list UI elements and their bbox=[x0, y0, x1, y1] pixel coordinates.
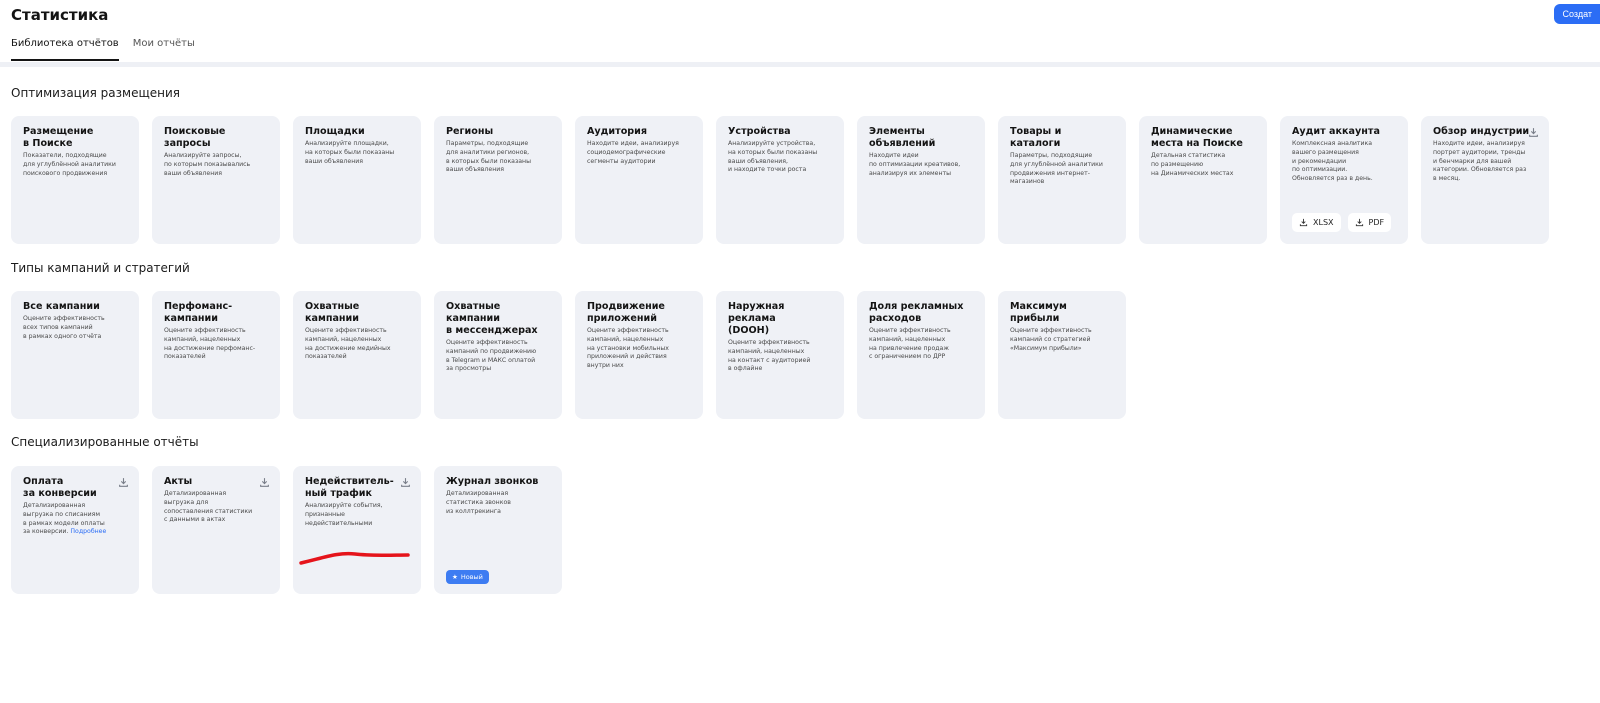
card-description: Находите идеи, анализируя социодемографич… bbox=[587, 140, 679, 165]
new-badge-label: Новый bbox=[460, 573, 483, 581]
card-description: Оцените эффективность кампаний, нацеленны… bbox=[869, 327, 951, 361]
star-icon: ★ bbox=[452, 573, 458, 581]
download-xlsx-button[interactable]: XLSX bbox=[1292, 213, 1341, 232]
download-pdf-button[interactable]: PDF bbox=[1347, 213, 1392, 232]
create-button[interactable]: Создат bbox=[1554, 4, 1600, 24]
report-card[interactable]: Аудитория Находите идеи, анализируя социод… bbox=[575, 116, 703, 244]
report-card-industry-overview[interactable]: Обзор индустрии Находите идеи, анализиру… bbox=[1421, 116, 1549, 244]
card-title: Оплата за конверсии bbox=[23, 476, 97, 499]
card-description: Параметры, подходящие для аналитики регио… bbox=[446, 140, 531, 174]
report-card[interactable]: Охватные кампании в мессенджерах Оцените э… bbox=[434, 291, 562, 419]
report-card-invalid-traffic[interactable]: Недействитель-ный трафик Анализируйте со… bbox=[293, 466, 421, 594]
report-card-acts[interactable]: Акты Детализированная выгрузка для сопоста… bbox=[152, 466, 280, 594]
report-card[interactable]: Элементы объявлений Находите идеи по оптими… bbox=[857, 116, 985, 244]
card-title: Наружная реклама (DOOH) bbox=[728, 301, 785, 336]
report-card[interactable]: Динамические места на Поиске Детальная ста… bbox=[1139, 116, 1267, 244]
download-pdf-label: PDF bbox=[1368, 218, 1385, 227]
report-card-call-log[interactable]: Журнал звонков Детализированная статистик… bbox=[434, 466, 562, 594]
report-card[interactable]: Максимум прибыли Оцените эффективность кам… bbox=[998, 291, 1126, 419]
card-description: Детализированная выгрузка для сопоставлени… bbox=[164, 490, 253, 524]
card-description: Оцените эффективность всех типов кампаний… bbox=[23, 315, 105, 340]
report-card[interactable]: Устройства Анализируйте устройства, на кот… bbox=[716, 116, 844, 244]
card-description: Оцените эффективность кампаний, нацеленны… bbox=[305, 327, 391, 361]
card-title: Поисковые запросы bbox=[164, 126, 226, 149]
report-card[interactable]: Доля рекламных расходов Оцените эффективно… bbox=[857, 291, 985, 419]
page-header: Статистика bbox=[11, 6, 108, 24]
card-description: Оцените эффективность кампаний, нацеленны… bbox=[728, 339, 811, 373]
report-card[interactable]: Охватные кампании Оцените эффективность ка… bbox=[293, 291, 421, 419]
download-icon bbox=[1299, 218, 1308, 227]
card-description: Оцените эффективность кампаний со стратег… bbox=[1010, 327, 1092, 352]
row-special: Оплата за конверсии Детализированная выгру… bbox=[11, 466, 562, 594]
card-description: Оцените эффективность кампаний, нацеленны… bbox=[164, 327, 256, 361]
download-xlsx-label: XLSX bbox=[1313, 218, 1334, 227]
card-title: Доля рекламных расходов bbox=[869, 301, 964, 324]
card-title: Все кампании bbox=[23, 301, 100, 312]
card-description: Оцените эффективность кампаний, нацеленны… bbox=[587, 327, 669, 370]
card-title: Динамические места на Поиске bbox=[1151, 126, 1243, 149]
more-link[interactable]: Подробнее bbox=[70, 528, 106, 535]
report-card[interactable]: Регионы Параметры, подходящие для аналитик… bbox=[434, 116, 562, 244]
card-title: Обзор индустрии bbox=[1433, 126, 1530, 137]
card-description: Анализируйте запросы, по которым показыва… bbox=[164, 152, 251, 177]
card-title: Максимум прибыли bbox=[1010, 301, 1067, 324]
report-card[interactable]: Площадки Анализируйте площадки, на которых… bbox=[293, 116, 421, 244]
card-title: Журнал звонков bbox=[446, 476, 539, 487]
card-title: Товары и каталоги bbox=[1010, 126, 1062, 149]
report-card[interactable]: Поисковые запросы Анализируйте запросы, по… bbox=[152, 116, 280, 244]
download-buttons: XLSX PDF bbox=[1292, 213, 1392, 232]
report-card-account-audit[interactable]: Аудит аккаунта Комплексная аналитика ваше… bbox=[1280, 116, 1408, 244]
card-title: Устройства bbox=[728, 126, 791, 137]
card-title: Площадки bbox=[305, 126, 365, 137]
report-card[interactable]: Товары и каталоги Параметры, подходящие дл… bbox=[998, 116, 1126, 244]
card-title: Перфоманс-кампании bbox=[164, 301, 233, 324]
download-icon bbox=[1355, 218, 1363, 227]
section-title-special: Специализированные отчёты bbox=[11, 435, 199, 449]
report-card-conversion-payment[interactable]: Оплата за конверсии Детализированная выгру… bbox=[11, 466, 139, 594]
card-description: Анализируйте площадки, на которых были по… bbox=[305, 140, 395, 165]
card-title: Акты bbox=[164, 476, 193, 487]
red-underline-annotation bbox=[299, 551, 410, 565]
card-title: Регионы bbox=[446, 126, 494, 137]
report-card[interactable]: Размещение в Поиске Показатели, подходящие… bbox=[11, 116, 139, 244]
new-badge: ★ Новый bbox=[446, 570, 489, 584]
download-icon[interactable] bbox=[118, 477, 129, 488]
row-campaigns: Все кампании Оцените эффективность всех ти… bbox=[11, 291, 1126, 419]
card-title: Продвижение приложений bbox=[587, 301, 665, 324]
card-description: Детальная статистика по размещению на Дина… bbox=[1151, 152, 1234, 177]
card-description: Оцените эффективность кампаний по продвиж… bbox=[446, 339, 537, 373]
report-card[interactable]: Перфоманс-кампании Оцените эффективность к… bbox=[152, 291, 280, 419]
report-card[interactable]: Продвижение приложений Оцените эффективнос… bbox=[575, 291, 703, 419]
page-title: Статистика bbox=[11, 6, 109, 24]
download-icon[interactable] bbox=[1528, 127, 1539, 138]
card-title: Охватные кампании в мессенджерах bbox=[446, 301, 538, 336]
tab-my-reports[interactable]: Мои отчёты bbox=[133, 38, 195, 61]
card-title: Аудит аккаунта bbox=[1292, 126, 1380, 137]
tab-library[interactable]: Библиотека отчётов bbox=[11, 38, 119, 61]
card-title: Элементы объявлений bbox=[869, 126, 936, 149]
card-title: Размещение в Поиске bbox=[23, 126, 94, 149]
card-description: Анализируйте устройства, на которых были … bbox=[728, 140, 818, 174]
download-icon[interactable] bbox=[259, 477, 270, 488]
card-description: Параметры, подходящие для углублённой ана… bbox=[1010, 152, 1103, 186]
card-description: Находите идеи по оптимизации креативов, ан… bbox=[869, 152, 961, 177]
card-description: Комплексная аналитика вашего размещения и … bbox=[1292, 140, 1373, 183]
report-card[interactable]: Все кампании Оцените эффективность всех ти… bbox=[11, 291, 139, 419]
card-description: Находите идеи, анализируя портрет аудитор… bbox=[1433, 140, 1527, 183]
row-optimization: Размещение в Поиске Показатели, подходящие… bbox=[11, 116, 1549, 244]
card-title: Аудитория bbox=[587, 126, 648, 137]
report-card[interactable]: Наружная реклама (DOOH) Оцените эффективно… bbox=[716, 291, 844, 419]
section-title-campaigns: Типы кампаний и стратегий bbox=[11, 261, 190, 275]
card-description: Детализированная выгрузка по списаниям в р… bbox=[23, 502, 127, 537]
card-description: Детализированная статистика звонков из кол… bbox=[446, 490, 511, 515]
section-title-optimization: Оптимизация размещения bbox=[11, 86, 181, 100]
tabs: Библиотека отчётов Мои отчёты bbox=[11, 38, 195, 61]
card-description: Показатели, подходящие для углублённой ан… bbox=[23, 152, 116, 177]
card-title: Охватные кампании bbox=[305, 301, 360, 324]
header-divider bbox=[0, 62, 1600, 67]
